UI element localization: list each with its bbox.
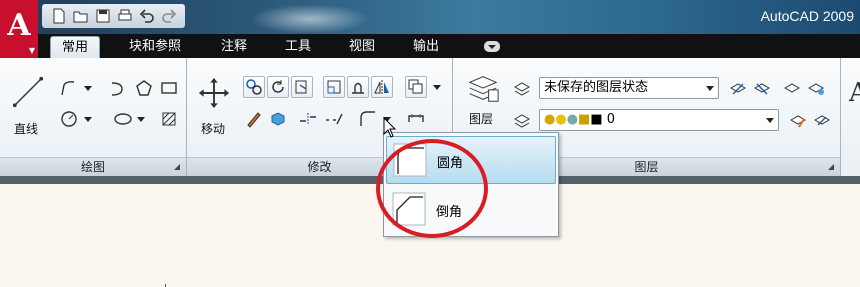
modify-panel-label: 修改 xyxy=(307,160,332,174)
hatch-icon[interactable] xyxy=(158,108,180,130)
erase-icon[interactable] xyxy=(243,108,265,130)
tab-blocks-references[interactable]: 块和参照 xyxy=(118,36,192,58)
annotation-panel-partial: A xyxy=(841,58,860,176)
color-swatch-icon: ■ xyxy=(590,112,603,127)
layer-unisolate-icon[interactable] xyxy=(751,77,773,99)
tab-annotate[interactable]: 注释 xyxy=(210,36,258,58)
layer-isolate-icon[interactable] xyxy=(727,77,749,99)
new-icon[interactable] xyxy=(48,6,69,26)
light-bulb-icon: ● xyxy=(544,112,556,127)
tab-tools[interactable]: 工具 xyxy=(274,36,322,58)
layers-panel-label: 图层 xyxy=(634,160,659,174)
layer-properties-label: 图层 xyxy=(469,112,494,126)
current-layer-select[interactable]: ●●●■■ 0 xyxy=(539,109,779,131)
panel-expander-icon[interactable] xyxy=(828,164,834,170)
redo-icon[interactable] xyxy=(158,6,179,26)
application-menu-button[interactable]: A ▼ xyxy=(0,0,38,58)
edit-polyline-icon[interactable] xyxy=(405,108,427,130)
make-current-layer-icon[interactable] xyxy=(511,109,533,131)
ellipse-icon[interactable] xyxy=(112,108,134,130)
panel-expander-icon[interactable] xyxy=(174,164,180,170)
match-layer-icon[interactable] xyxy=(787,109,809,131)
save-icon[interactable] xyxy=(92,6,113,26)
fillet-icon[interactable] xyxy=(357,108,379,130)
text-tool-icon[interactable]: A xyxy=(849,78,860,108)
current-layer-name: 0 xyxy=(606,112,616,127)
draw-panel-title[interactable]: 绘图 xyxy=(0,157,186,176)
circle-dropdown[interactable] xyxy=(84,117,92,122)
layer-state-icon[interactable] xyxy=(511,77,533,99)
stretch-icon[interactable] xyxy=(323,76,345,98)
rotate-icon[interactable] xyxy=(267,76,289,98)
move-tool-button[interactable] xyxy=(197,76,231,110)
polyline-dropdown[interactable] xyxy=(84,86,92,91)
copy-icon[interactable] xyxy=(243,76,265,98)
ellipse-dropdown[interactable] xyxy=(137,117,145,122)
change-layer-icon[interactable] xyxy=(811,109,833,131)
line-tool-label: 直线 xyxy=(14,122,39,136)
array-icon[interactable] xyxy=(405,76,427,98)
move-tool-label: 移动 xyxy=(201,122,226,136)
app-logo: A xyxy=(7,8,31,43)
window-title: AutoCAD 2009 xyxy=(760,8,854,24)
rectangle-icon[interactable] xyxy=(158,77,180,99)
draw-panel-label: 绘图 xyxy=(80,160,105,174)
layer-properties-button[interactable] xyxy=(465,70,501,106)
line-tool-button[interactable] xyxy=(10,74,46,110)
explode-icon[interactable] xyxy=(267,108,289,130)
join-icon[interactable] xyxy=(323,108,345,130)
polygon-icon[interactable] xyxy=(133,77,155,99)
break-icon[interactable] xyxy=(297,108,319,130)
tab-home[interactable]: 常用 xyxy=(50,36,100,58)
caret-down-icon: ▼ xyxy=(28,45,35,55)
trim-icon[interactable] xyxy=(291,76,313,98)
red-highlight-circle xyxy=(376,139,488,238)
tab-output[interactable]: 输出 xyxy=(402,36,450,58)
undo-icon[interactable] xyxy=(136,6,157,26)
circle-icon[interactable] xyxy=(58,108,80,130)
sun-icon: ● xyxy=(555,112,567,127)
layer-state-value: 未保存的图层状态 xyxy=(544,80,649,95)
mirror-scale-icon[interactable] xyxy=(347,76,369,98)
array-dropdown[interactable] xyxy=(433,85,441,90)
ribbon-tab-bar: 常用 块和参照 注释 工具 视图 输出 xyxy=(0,34,860,58)
layer-state-select[interactable]: 未保存的图层状态 xyxy=(539,77,719,99)
layer-previous-icon[interactable] xyxy=(781,77,803,99)
print-icon[interactable] xyxy=(114,6,135,26)
chevron-down-icon xyxy=(766,118,774,123)
ribbon-minimize-toggle[interactable] xyxy=(484,41,500,52)
open-icon[interactable] xyxy=(70,6,91,26)
freeze-icon: ● xyxy=(566,112,579,127)
chevron-down-icon xyxy=(706,86,714,91)
quick-access-toolbar xyxy=(42,4,185,28)
title-bar: AutoCAD 2009 xyxy=(0,0,860,34)
lock-icon: ■ xyxy=(578,112,591,127)
mouse-pointer-icon xyxy=(383,117,397,138)
arc-icon[interactable] xyxy=(106,77,128,99)
tab-view[interactable]: 视图 xyxy=(338,36,386,58)
polyline-icon[interactable] xyxy=(58,77,80,99)
draw-panel: 直线 绘图 xyxy=(0,58,187,176)
layer-walk-icon[interactable] xyxy=(805,77,827,99)
mirror-icon[interactable] xyxy=(371,76,393,98)
